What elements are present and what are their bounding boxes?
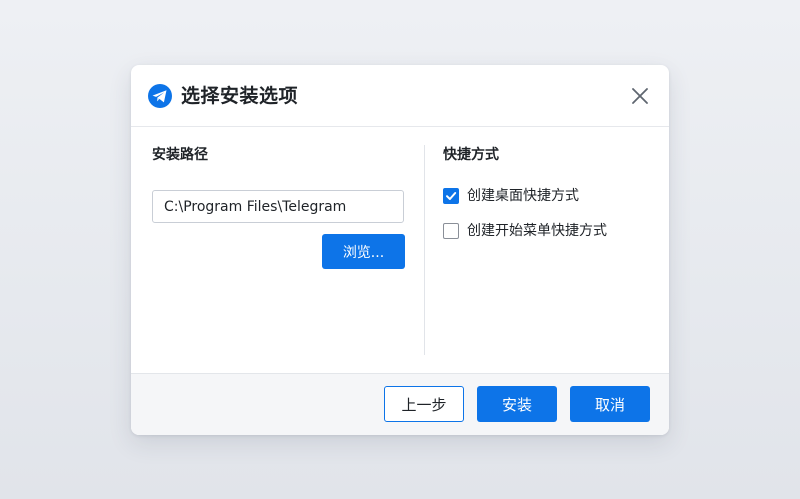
- dialog-title: 选择安装选项: [181, 85, 299, 107]
- dialog-titlebar: 选择安装选项: [131, 65, 669, 127]
- dialog-content: 安装路径 浏览... 快捷方式 创建桌面快捷方式 创建开始菜单快捷方式: [131, 127, 669, 373]
- close-button[interactable]: [629, 85, 651, 107]
- start-menu-shortcut-option[interactable]: 创建开始菜单快捷方式: [443, 221, 607, 241]
- shortcuts-label: 快捷方式: [443, 147, 499, 163]
- shortcuts-section: 快捷方式 创建桌面快捷方式 创建开始菜单快捷方式: [443, 145, 653, 239]
- install-path-label: 安装路径: [152, 147, 208, 163]
- dialog-footer: 上一步 安装 取消: [131, 373, 669, 435]
- desktop-shortcut-label: 创建桌面快捷方式: [467, 188, 579, 204]
- install-path-section: 安装路径 浏览...: [152, 145, 405, 269]
- section-divider: [424, 145, 425, 355]
- cancel-button[interactable]: 取消: [570, 386, 650, 422]
- browse-button[interactable]: 浏览...: [322, 234, 405, 269]
- install-options-dialog: 选择安装选项 安装路径 浏览... 快捷方式 创建桌面快捷方式: [131, 65, 669, 435]
- back-button[interactable]: 上一步: [384, 386, 464, 422]
- checkmark-icon: [446, 192, 457, 200]
- start-menu-shortcut-checkbox[interactable]: [443, 223, 459, 239]
- start-menu-shortcut-label: 创建开始菜单快捷方式: [467, 223, 607, 239]
- desktop-shortcut-option[interactable]: 创建桌面快捷方式: [443, 186, 579, 206]
- telegram-logo-icon: [147, 83, 173, 109]
- install-button[interactable]: 安装: [477, 386, 557, 422]
- close-icon: [632, 88, 648, 104]
- desktop-shortcut-checkbox[interactable]: [443, 188, 459, 204]
- install-path-input[interactable]: [152, 190, 404, 223]
